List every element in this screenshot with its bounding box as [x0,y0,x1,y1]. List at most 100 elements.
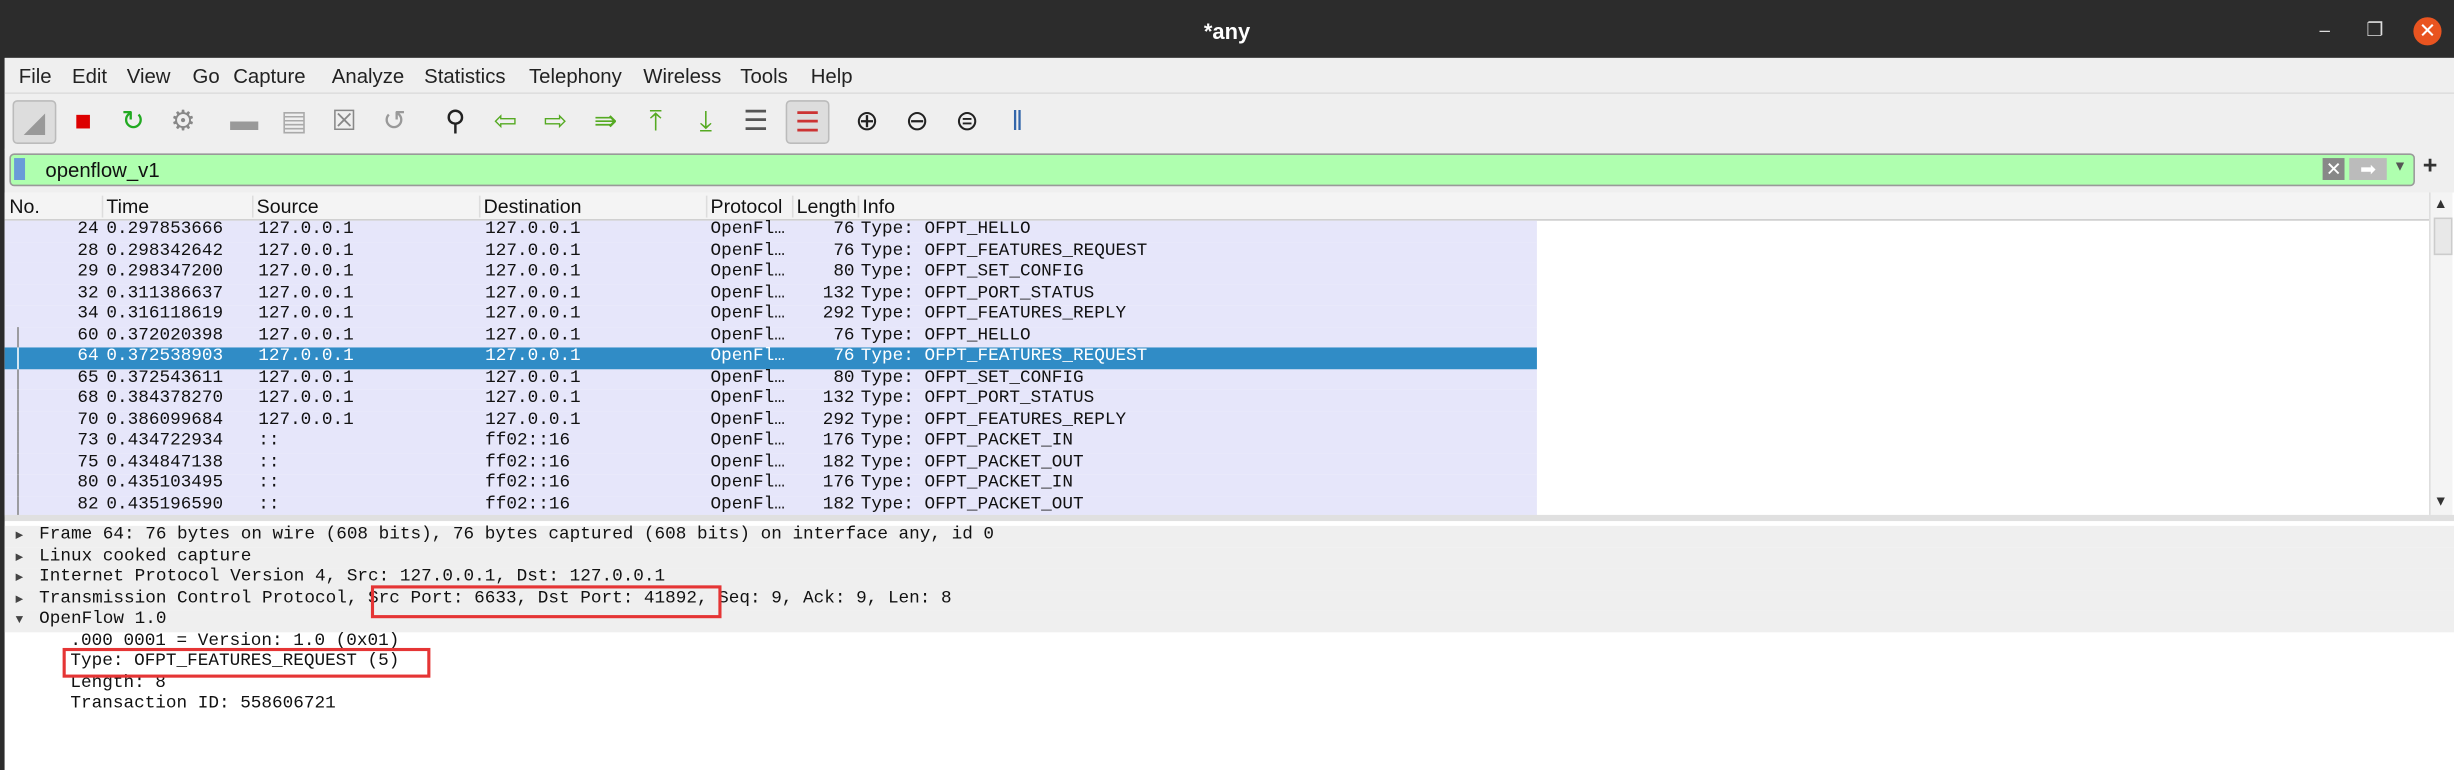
packet-row[interactable]: 73 0.434722934:: ff02::16 OpenFl… 176 Type: O… [4,431,1537,454]
packet-length: 132 [822,284,855,303]
packet-row[interactable]: 80 0.435103495:: ff02::16 OpenFl… 176 Type: O… [4,474,1537,496]
conversation-line [17,495,19,517]
zoom-out-icon[interactable]: ⊖ [897,100,938,141]
menu-file[interactable]: File [19,64,52,87]
close-button[interactable]: ✕ [2413,17,2442,46]
go-forward-icon[interactable]: ⇨ [535,100,576,141]
detail-row[interactable]: ▶ Frame 64: 76 bytes on wire (608 bits), … [4,525,2454,548]
packet-row[interactable]: 70 0.386099684 127.0.0.1 127.0.0.1 OpenFl… 29… [4,410,1537,432]
display-filter-input[interactable]: openflow_v1 ✕ ➡ ▼ [9,153,2415,187]
packet-number: 28 [77,241,99,261]
reload-file-icon[interactable]: ↺ [374,100,415,141]
detail-row[interactable]: Transaction ID: 558606721 [5,695,2454,716]
menu-analyze[interactable]: Analyze [332,64,404,87]
packet-list-header: No. Time Source Destination Protocol Length In… [4,192,2430,221]
packet-row[interactable]: 64 0.372538903 127.0.0.1 127.0.0.1 OpenFl… 76… [4,347,1537,369]
packet-source: :: [258,453,280,472]
menu-capture[interactable]: Capture [233,64,305,87]
packet-time: 0.434722934 [106,431,224,451]
find-packet-icon[interactable]: ⚲ [435,100,476,141]
packet-info: Type: OFPT_FEATURES_REQUEST [860,241,1148,261]
zoom-in-icon[interactable]: ⊕ [847,100,888,141]
packet-row[interactable]: 28 0.298342642 127.0.0.1 127.0.0.1 OpenFl… 76… [4,241,1537,263]
filter-text[interactable]: openflow_v1 [45,158,159,181]
packet-length: 76 [833,220,855,240]
menu-wireless[interactable]: Wireless [643,64,721,87]
detail-text: Frame 64: 76 bytes on wire (608 bits), 7… [39,525,995,545]
packet-row[interactable]: 32 0.311386637 127.0.0.1 127.0.0.1 OpenFl… 13… [4,284,1537,306]
add-filter-button[interactable]: + [2423,153,2438,181]
scroll-down-icon[interactable]: ▼ [2434,493,2448,509]
go-last-icon[interactable]: ⤓ [686,100,727,141]
detail-row[interactable]: ▶ Linux cooked capture [4,547,2454,569]
packet-time: 0.372543611 [106,368,224,388]
packet-source: 127.0.0.1 [258,389,354,409]
save-file-icon[interactable]: ▤ [274,100,315,141]
packet-protocol: OpenFl… [710,220,785,240]
menu-statistics[interactable]: Statistics [424,64,505,87]
apply-filter-button[interactable]: ➡ [2349,158,2387,180]
packet-source: 127.0.0.1 [258,241,354,261]
bookmark-icon[interactable] [14,158,26,180]
capture-options-icon[interactable]: ⚙ [163,100,204,141]
packet-info: Type: OFPT_PACKET_IN [860,431,1074,451]
restore-button[interactable]: ❐ [2366,19,2383,41]
column-header-length[interactable]: Length [791,195,856,218]
packet-row[interactable]: 68 0.384378270 127.0.0.1 127.0.0.1 OpenFl… 13… [4,389,1537,411]
packet-number: 70 [77,410,99,430]
column-header-protocol[interactable]: Protocol [705,195,782,218]
menu-telephony[interactable]: Telephony [529,64,622,87]
go-back-icon[interactable]: ⇦ [485,100,526,141]
column-header-no[interactable]: No. [6,196,40,218]
auto-scroll-icon[interactable]: ☰ [736,100,777,141]
collapsed-arrow-icon[interactable]: ▶ [16,568,24,589]
column-header-destination[interactable]: Destination [478,195,582,218]
scroll-thumb[interactable] [2433,217,2453,256]
menu-edit[interactable]: Edit [72,64,107,87]
scroll-up-icon[interactable]: ▲ [2434,196,2448,212]
close-file-icon[interactable]: ☒ [324,100,365,141]
packet-row[interactable]: 65 0.372543611 127.0.0.1 127.0.0.1 OpenFl… 80… [4,368,1537,390]
packet-protocol: OpenFl… [710,241,785,261]
packet-length: 176 [822,474,855,494]
packet-length: 182 [822,495,855,515]
packet-number: 32 [77,284,99,303]
collapsed-arrow-icon[interactable]: ▶ [16,526,24,547]
packet-destination: 127.0.0.1 [485,326,581,346]
packet-row[interactable]: 75 0.434847138:: ff02::16 OpenFl… 182 Type: O… [4,453,1537,475]
open-file-icon[interactable]: ▬ [224,100,265,141]
shark-fin-start-icon[interactable]: ◢ [12,100,57,144]
menu-go[interactable]: Go [193,64,220,87]
restart-capture-icon[interactable]: ↻ [113,100,154,141]
packet-row[interactable]: 34 0.316118619 127.0.0.1 127.0.0.1 OpenFl… 29… [4,305,1537,327]
collapsed-arrow-icon[interactable]: ▶ [16,547,24,568]
packet-row[interactable]: 29 0.298347200 127.0.0.1 127.0.0.1 OpenFl… 80… [4,262,1537,285]
packet-protocol: OpenFl… [710,368,785,388]
filter-history-dropdown[interactable]: ▼ [2393,158,2407,174]
packet-destination: ff02::16 [485,453,571,472]
packet-row[interactable]: 24 0.297853666 127.0.0.1 127.0.0.1 OpenFl… 76… [4,220,1537,242]
packet-row[interactable]: 82 0.435196590:: ff02::16 OpenFl… 182 Type: O… [4,495,1537,517]
menu-help[interactable]: Help [811,64,853,87]
column-header-time[interactable]: Time [101,195,149,218]
highlight-box-type [62,647,431,678]
minimize-button[interactable]: – [2319,19,2329,41]
packet-number: 73 [77,431,99,451]
zoom-normal-icon[interactable]: ⊜ [947,100,988,141]
menu-view[interactable]: View [127,64,171,87]
go-to-packet-icon[interactable]: ⇛ [585,100,626,141]
expanded-arrow-icon[interactable]: ▼ [16,610,24,631]
go-first-icon[interactable]: ⤒ [635,100,676,141]
packet-number: 24 [77,220,99,240]
menu-tools[interactable]: Tools [740,64,788,87]
collapsed-arrow-icon[interactable]: ▶ [16,589,24,610]
packet-row[interactable]: 60 0.372020398 127.0.0.1 127.0.0.1 OpenFl… 76… [4,326,1537,348]
colorize-icon[interactable]: ☰ [785,100,830,144]
clear-filter-button[interactable]: ✕ [2322,158,2345,180]
column-header-source[interactable]: Source [251,195,319,218]
resize-columns-icon[interactable]: ‖ [997,100,1038,141]
packet-list-scrollbar[interactable]: ▲ ▼ [2429,192,2453,515]
stop-capture-icon[interactable]: ■ [63,100,104,141]
title-bar: *any – ❐ ✕ [0,0,2454,58]
column-header-info[interactable]: Info [857,195,895,218]
